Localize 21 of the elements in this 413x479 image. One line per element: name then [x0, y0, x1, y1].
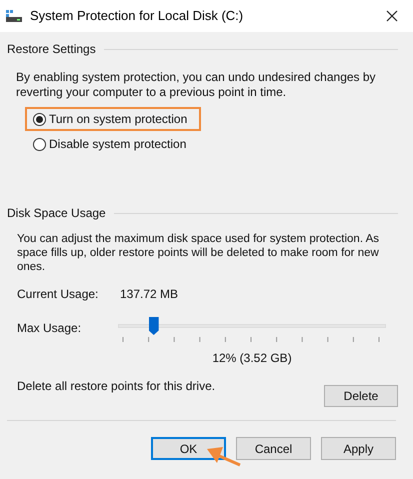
radio-label[interactable]: Turn on system protection	[49, 110, 188, 128]
window-title: System Protection for Local Disk (C:)	[30, 7, 244, 26]
slider-reading: 12% (3.52 GB)	[212, 350, 292, 367]
current-usage-label: Current Usage:	[17, 286, 100, 303]
group-heading: Disk Space Usage	[7, 205, 106, 222]
description-text: You can adjust the maximum disk space used for system protection. As space fills up, older restore points will be deleted to make room for new ones.	[17, 232, 380, 274]
close-icon[interactable]	[386, 10, 398, 22]
dialog-button[interactable]: OK	[151, 437, 226, 460]
description-text: By enabling system protection, you can undo undesired changes by reverting your computer to a previous point in time.	[16, 70, 377, 100]
group-heading: Restore Settings	[7, 41, 96, 58]
delete-description: Delete all restore points for this drive.	[17, 378, 216, 395]
radio-label[interactable]: Disable system protection	[49, 135, 186, 153]
max-usage-label: Max Usage:	[17, 320, 82, 337]
radio-button[interactable]	[33, 138, 46, 150]
dialog-button[interactable]: Apply	[321, 437, 396, 460]
dialog-button[interactable]: Cancel	[236, 437, 311, 460]
slider-thumb[interactable]	[148, 317, 159, 335]
delete-button[interactable]: Delete	[324, 385, 398, 407]
radio-button[interactable]	[33, 112, 46, 126]
current-usage-value: 137.72 MB	[120, 286, 178, 303]
drive-icon	[5, 9, 23, 23]
